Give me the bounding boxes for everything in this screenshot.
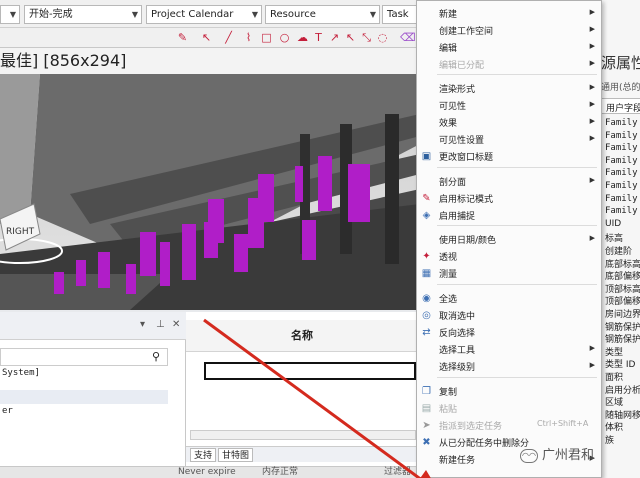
app-window: ▼ 开始-完成 ▼ Project Calendar ▼ Resource ▼ Tas… [0,0,640,478]
wechat-icon: ◠◠ [520,448,538,463]
annotation-arrow [203,318,431,478]
watermark: ◠◠ 广州君和 [520,444,594,468]
watermark-text: 广州君和 [542,448,595,463]
